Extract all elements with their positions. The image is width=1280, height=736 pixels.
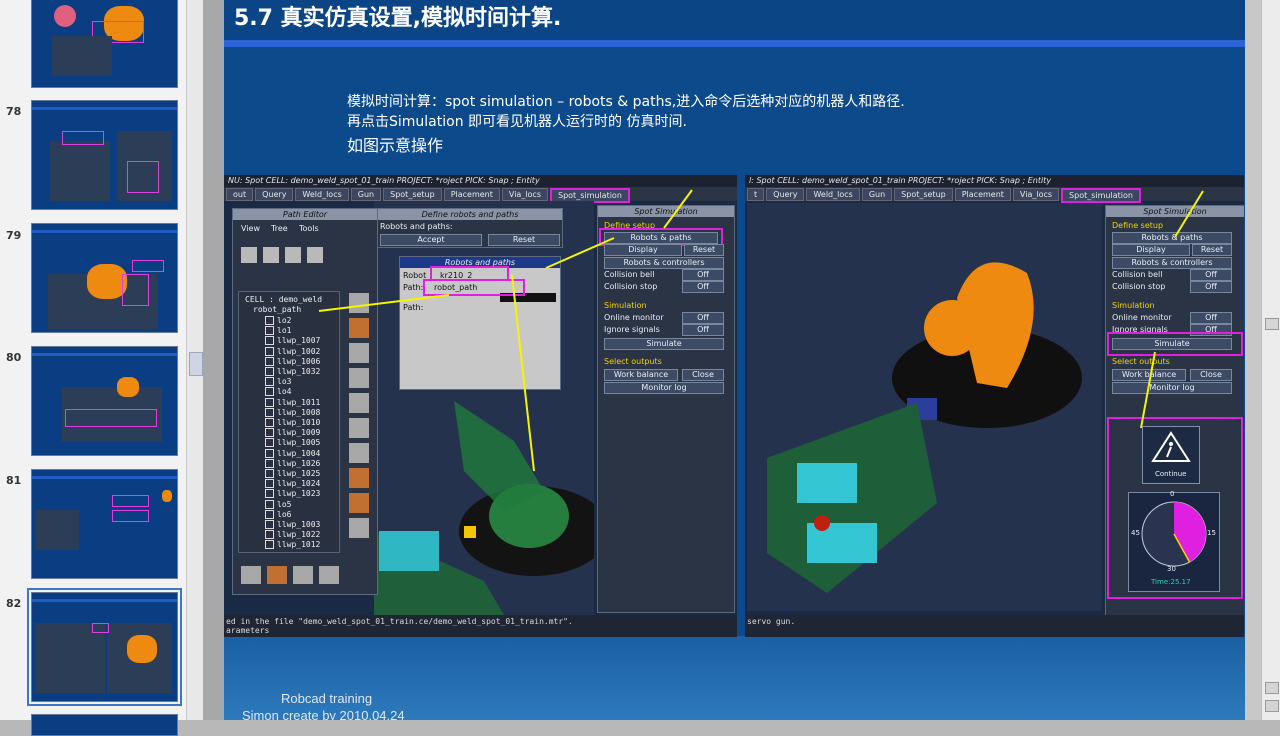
slide-thumbnail-79[interactable] xyxy=(31,223,178,333)
slide-thumbnail-83[interactable] xyxy=(31,714,178,736)
robcad-status-line: ed in the file "demo_weld_spot_01_train.… xyxy=(224,615,737,637)
scroll-up-icon[interactable] xyxy=(1265,682,1279,694)
robcad-screenshot-right: l: Spot CELL: demo_weld_spot_01_train PR… xyxy=(745,175,1244,637)
slide-thumbnail-82-selected[interactable] xyxy=(27,588,182,706)
slide-canvas: 5.7 真实仿真设置,模拟时间计算. 模拟时间计算：spot simulatio… xyxy=(224,0,1245,720)
status-line-2: arameters xyxy=(226,626,270,635)
annotation-arrows-right xyxy=(1140,190,1204,429)
robcad-screenshot-left: NU: Spot CELL: demo_weld_spot_01_train P… xyxy=(224,175,737,637)
slide-number-82: 82 xyxy=(6,597,22,610)
title-accent-bar xyxy=(224,40,1245,47)
slide-thumbnail-78[interactable] xyxy=(31,100,178,210)
slide-thumbnail-pane: 78 79 80 81 82 xyxy=(0,0,186,736)
slide-scrollbar[interactable] xyxy=(1261,0,1280,720)
status-line-1: ed in the file "demo_weld_spot_01_train.… xyxy=(226,617,573,626)
right-gutter xyxy=(1245,0,1261,720)
pane-gutter xyxy=(203,0,224,720)
scrollbar-thumb[interactable] xyxy=(189,352,203,376)
body-line-2: 再点击Simulation 即可看见机器人运行时的 仿真时间. xyxy=(347,114,687,130)
body-line-1: 模拟时间计算：spot simulation – robots & paths,… xyxy=(347,94,905,110)
robcad-status-line-right: servo gun. xyxy=(745,615,1244,637)
footer-course: Robcad training xyxy=(281,691,373,706)
thumbnail-scrollbar[interactable] xyxy=(186,0,203,720)
slide-thumbnail-77[interactable] xyxy=(31,0,178,88)
slide-number-78: 78 xyxy=(6,105,22,118)
slide-title: 5.7 真实仿真设置,模拟时间计算. xyxy=(234,6,562,31)
scroll-down-icon[interactable] xyxy=(1265,700,1279,712)
annotation-arrows xyxy=(318,189,693,472)
slide-thumbnail-80[interactable] xyxy=(31,346,178,456)
slide-number-80: 80 xyxy=(6,351,22,364)
slide-number-81: 81 xyxy=(6,474,22,487)
body-line-3: 如图示意操作 xyxy=(347,136,444,155)
slide-number-79: 79 xyxy=(6,229,22,242)
scroll-thumb-icon[interactable] xyxy=(1265,318,1279,330)
status-line-right-1: servo gun. xyxy=(747,617,796,626)
slide-thumbnail-81[interactable] xyxy=(31,469,178,579)
footer-author: Simon create by 2010.04.24 xyxy=(242,708,405,720)
